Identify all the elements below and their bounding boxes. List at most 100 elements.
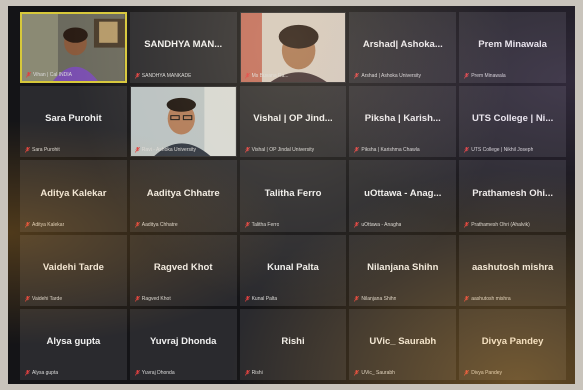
participant-tile[interactable]: Ravi - Ashoka University bbox=[129, 86, 237, 158]
participant-tile[interactable]: Ms Buvana Ra... bbox=[239, 12, 347, 84]
participant-name-label: Divya Pandey bbox=[471, 369, 503, 376]
participant-tile[interactable]: Prathamesh Ohi... Prathamesh Ohri (Ahalvi… bbox=[459, 160, 566, 232]
participant-name-label: uOttawa - Anagha bbox=[361, 221, 402, 228]
participant-display-name: UVic_ Saurabh bbox=[369, 336, 437, 348]
participant-tile[interactable]: SANDHYA MAN... SANDHYA MANKADE bbox=[129, 12, 237, 84]
participant-tile[interactable]: Aaditya Chhatre Aaditya Chhatre bbox=[129, 160, 237, 232]
participant-name-tag: Divya Pandey bbox=[464, 369, 503, 376]
participant-tile[interactable]: Divya Pandey Divya Pandey bbox=[459, 308, 566, 380]
participant-display-name: Aaditya Chhatre bbox=[146, 187, 220, 199]
participant-tile[interactable]: UVic_ Saurabh UVic_ Saurabh bbox=[349, 308, 457, 380]
participant-name-label: Arshad | Ashoka University bbox=[361, 73, 422, 80]
participant-tile[interactable]: Aditya Kalekar Aditya Kalekar bbox=[20, 160, 127, 232]
participant-tile[interactable]: Vihan | Cal INDIA bbox=[20, 12, 127, 84]
participant-tile[interactable]: Alysa gupta Alysa gupta bbox=[20, 308, 127, 380]
participant-name-label: Yuvraj Dhonda bbox=[141, 369, 175, 376]
muted-mic-icon bbox=[244, 221, 250, 228]
participant-display-name: Prem Minawala bbox=[478, 39, 547, 51]
participant-name-label: aashutosh mishra bbox=[471, 295, 511, 302]
participant-tile[interactable]: UTS College | Ni... UTS College | Nikhil … bbox=[459, 86, 566, 158]
muted-mic-icon bbox=[464, 221, 470, 228]
participant-tile[interactable]: aashutosh mishra aashutosh mishra bbox=[459, 234, 566, 306]
participant-display-name: Talitha Ferro bbox=[264, 187, 322, 199]
participant-display-name: Yuvraj Dhonda bbox=[149, 336, 217, 348]
participant-name-tag: Rishi bbox=[244, 369, 263, 376]
participant-name-tag: Ms Buvana Ra... bbox=[244, 73, 289, 79]
muted-mic-icon bbox=[244, 369, 250, 376]
participant-name-tag: SANDHYA MANKADE bbox=[134, 73, 191, 79]
muted-mic-icon bbox=[25, 147, 30, 154]
participant-tile[interactable]: Piksha | Karish... Piksha | Karishma Chaw… bbox=[349, 86, 457, 158]
muted-mic-icon bbox=[464, 369, 470, 376]
participant-name-label: Prem Minawala bbox=[471, 73, 506, 80]
participant-name-label: Vihan | Cal INDIA bbox=[33, 72, 73, 79]
participant-name-label: Piksha | Karishma Chawla bbox=[361, 147, 420, 154]
participant-tile[interactable]: Ragved Khot Ragved Khot bbox=[129, 234, 237, 306]
participant-name-tag: Arshad | Ashoka University bbox=[354, 73, 421, 79]
participant-name-tag: Vaidehi Tarde bbox=[25, 295, 63, 302]
participant-display-name: Alysa gupta bbox=[46, 336, 101, 348]
participant-name-tag: Ravi - Ashoka University bbox=[134, 147, 196, 154]
participant-tile[interactable]: Yuvraj Dhonda Yuvraj Dhonda bbox=[129, 308, 237, 380]
participant-tile[interactable]: Nilanjana Shihn Nilanjana Shihn bbox=[349, 234, 457, 306]
participant-name-label: Vaidehi Tarde bbox=[32, 295, 63, 302]
participant-display-name: SANDHYA MAN... bbox=[144, 39, 223, 51]
participant-name-label: Aaditya Chhatre bbox=[141, 221, 178, 228]
participant-name-label: Sara Purohit bbox=[32, 147, 60, 154]
muted-mic-icon bbox=[25, 221, 30, 228]
participant-name-label: Rishi bbox=[251, 369, 263, 376]
participant-name-tag: Piksha | Karishma Chawla bbox=[354, 147, 420, 154]
participant-display-name: Vaidehi Tarde bbox=[42, 261, 104, 273]
participant-name-tag: Ragved Khot bbox=[134, 295, 171, 302]
participant-name-label: UTS College | Nikhil Joseph bbox=[471, 147, 534, 154]
participant-tile[interactable]: Arshad| Ashoka... Arshad | Ashoka Univers… bbox=[349, 12, 457, 84]
participant-display-name: uOttawa - Anag... bbox=[364, 187, 442, 199]
participant-tile[interactable]: uOttawa - Anag... uOttawa - Anagha bbox=[349, 160, 457, 232]
participant-video bbox=[22, 14, 125, 82]
muted-mic-icon bbox=[464, 73, 470, 79]
participant-display-name: Arshad| Ashoka... bbox=[362, 39, 443, 51]
muted-mic-icon bbox=[464, 147, 470, 154]
muted-mic-icon bbox=[134, 295, 140, 302]
participant-name-tag: Yuvraj Dhonda bbox=[134, 369, 175, 376]
participant-name-label: UVic_ Saurabh bbox=[361, 369, 395, 376]
participant-name-tag: Prem Minawala bbox=[464, 73, 506, 80]
participant-tile[interactable]: Vaidehi Tarde Vaidehi Tarde bbox=[20, 234, 127, 306]
participant-name-label: Nilanjana Shihn bbox=[361, 295, 397, 302]
participant-video bbox=[130, 87, 236, 157]
participant-display-name: Divya Pandey bbox=[481, 336, 544, 348]
participant-name-tag: Aaditya Chhatre bbox=[134, 221, 178, 228]
participant-display-name: Aditya Kalekar bbox=[40, 187, 107, 199]
participant-name-tag: Kunal Palta bbox=[244, 295, 278, 302]
participant-name-tag: Sara Purohit bbox=[25, 147, 60, 153]
participant-tile[interactable]: Kunal Palta Kunal Palta bbox=[239, 234, 347, 306]
participant-name-tag: Vishal | OP Jindal University bbox=[244, 147, 314, 153]
participant-name-label: Ravi - Ashoka University bbox=[141, 147, 196, 154]
participant-tile[interactable]: Talitha Ferro Talitha Ferro bbox=[239, 160, 347, 232]
participant-name-label: Aditya Kalekar bbox=[32, 221, 65, 228]
participant-tile[interactable]: Vishal | OP Jind... Vishal | OP Jindal Un… bbox=[239, 86, 347, 158]
participant-name-tag: Prathamesh Ohri (Ahalvik) bbox=[464, 221, 530, 228]
muted-mic-icon bbox=[25, 369, 30, 376]
participant-display-name: Rishi bbox=[281, 336, 305, 348]
participant-display-name: Sara Purohit bbox=[45, 113, 102, 125]
muted-mic-icon bbox=[134, 221, 140, 228]
muted-mic-icon bbox=[354, 73, 360, 79]
participant-tile[interactable]: Rishi Rishi bbox=[239, 308, 347, 380]
muted-mic-icon bbox=[354, 369, 360, 376]
participant-tile[interactable]: Prem Minawala Prem Minawala bbox=[459, 12, 566, 84]
participant-name-label: Prathamesh Ohri (Ahalvik) bbox=[471, 221, 530, 228]
participant-display-name: Piksha | Karish... bbox=[364, 113, 441, 125]
muted-mic-icon bbox=[354, 295, 360, 302]
participant-name-label: Kunal Palta bbox=[251, 295, 278, 302]
participant-name-label: Talitha Ferro bbox=[251, 221, 280, 228]
participant-name-tag: Talitha Ferro bbox=[244, 221, 280, 228]
muted-mic-icon bbox=[244, 295, 250, 302]
participant-video bbox=[240, 13, 346, 83]
muted-mic-icon bbox=[244, 73, 250, 79]
participant-name-tag: Alysa gupta bbox=[25, 369, 58, 376]
participant-tile[interactable]: Sara Purohit Sara Purohit bbox=[20, 86, 127, 158]
participant-name-tag: aashutosh mishra bbox=[464, 295, 511, 302]
participant-display-name: Kunal Palta bbox=[267, 261, 319, 273]
participant-name-tag: Vihan | Cal INDIA bbox=[26, 72, 72, 78]
